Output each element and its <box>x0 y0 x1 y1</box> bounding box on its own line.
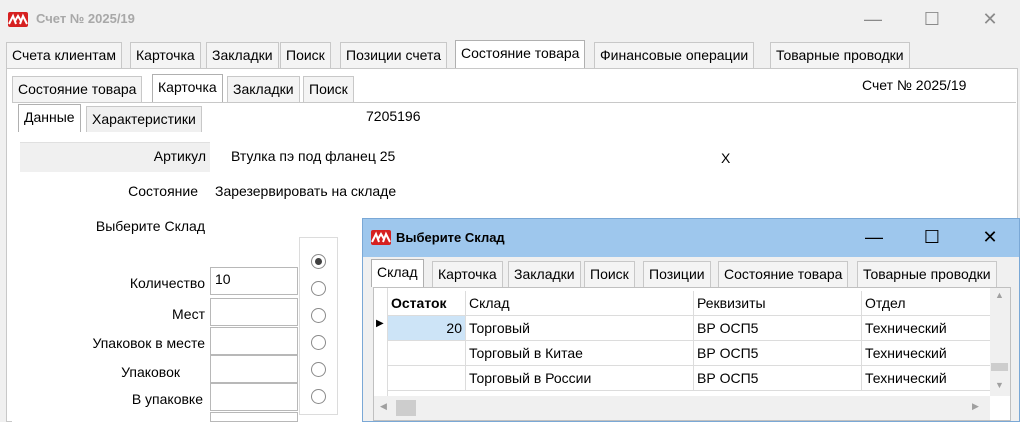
scroll-right-icon[interactable]: ▶ <box>972 401 979 412</box>
subtab-goods-state[interactable]: Состояние товара <box>12 76 143 102</box>
x-mark: X <box>721 150 731 166</box>
tab-invoices[interactable]: Счета клиентам <box>6 42 122 68</box>
table-row-2-department[interactable]: Технический <box>862 341 990 366</box>
invoice-number-label: Счет № 2025/19 <box>862 77 967 93</box>
scroll-up-icon[interactable]: ▲ <box>995 290 1004 300</box>
radio-option-3[interactable] <box>311 308 326 323</box>
app-logo-icon <box>8 12 28 27</box>
current-row-marker-icon: ▶ <box>376 318 384 329</box>
dlg-tab-bookmarks[interactable]: Закладки <box>508 261 581 287</box>
col-details-header[interactable]: Реквизиты <box>694 291 862 316</box>
item-code: 7205196 <box>364 104 434 130</box>
quantity-label: Количество <box>129 275 205 291</box>
row-indicator-column <box>374 288 388 396</box>
packages-in-place-input[interactable] <box>210 327 298 355</box>
sub-tab-bar: Состояние товара Карточка Закладки Поиск <box>12 74 372 102</box>
table-row-2-balance[interactable] <box>388 341 466 366</box>
dlg-tab-goods-postings[interactable]: Товарные проводки <box>857 261 997 287</box>
table-row-1-balance[interactable]: 20 <box>388 316 466 341</box>
state-value: Зарезервировать на складе <box>215 183 397 199</box>
quantity-input[interactable]: 10 <box>210 267 298 295</box>
radio-option-5[interactable] <box>311 362 326 377</box>
table-row-1-department[interactable]: Технический <box>862 316 990 341</box>
select-warehouse-dialog: Выберите Склад — ☐ ✕ Склад Карточка Закл… <box>362 218 1020 422</box>
radio-option-1[interactable] <box>311 254 326 269</box>
table-row-3-department[interactable]: Технический <box>862 366 990 391</box>
table-row-3-details[interactable]: ВР ОСП5 <box>694 366 862 391</box>
article-label: Артикул <box>153 148 206 164</box>
horizontal-scrollbar[interactable]: ◀ ▶ <box>374 396 990 420</box>
dialog-maximize-button[interactable]: ☐ <box>909 223 955 253</box>
radio-option-4[interactable] <box>311 335 326 350</box>
dialog-title: Выберите Склад <box>396 230 505 245</box>
extra-input[interactable] <box>210 412 298 422</box>
warehouse-grid: ▶ Остаток Склад Реквизиты Отдел 20 Торго… <box>373 287 1011 421</box>
article-value: Втулка пэ под фланец 25 <box>231 148 396 164</box>
dialog-minimize-button[interactable]: — <box>851 223 897 253</box>
tab-characteristics[interactable]: Характеристики <box>86 106 202 132</box>
packages-in-place-label: Упаковок в месте <box>92 335 205 351</box>
in-package-label: В упаковке <box>131 391 203 407</box>
col-department-header[interactable]: Отдел <box>862 291 990 316</box>
tab-goods-postings[interactable]: Товарные проводки <box>770 42 910 68</box>
maximize-button[interactable]: ☐ <box>909 5 955 35</box>
places-label: Мест <box>171 306 205 322</box>
inner-tab-bar: Данные Характеристики <box>18 104 218 132</box>
subtab-card[interactable]: Карточка <box>152 74 223 102</box>
tab-goods-state[interactable]: Состояние товара <box>455 40 586 68</box>
subtab-bookmarks[interactable]: Закладки <box>227 76 300 102</box>
table-row-3-warehouse[interactable]: Торговый в России <box>466 366 694 391</box>
dialog-logo-icon <box>371 230 391 245</box>
dlg-tab-search[interactable]: Поиск <box>584 261 635 287</box>
col-balance-header[interactable]: Остаток <box>388 291 466 316</box>
radio-option-2[interactable] <box>311 281 326 296</box>
state-label: Состояние <box>128 183 198 199</box>
scroll-down-icon[interactable]: ▼ <box>995 380 1004 390</box>
minimize-button[interactable]: — <box>850 5 896 35</box>
table-row-2-details[interactable]: ВР ОСП5 <box>694 341 862 366</box>
dialog-close-button[interactable]: ✕ <box>967 223 1013 253</box>
table-row-2-warehouse[interactable]: Торговый в Китае <box>466 341 694 366</box>
window-title: Счет № 2025/19 <box>36 11 135 26</box>
scroll-left-icon[interactable]: ◀ <box>380 401 387 412</box>
main-tab-bar: Счета клиентам Карточка Закладки Поиск П… <box>6 40 1016 68</box>
table-row-3-balance[interactable] <box>388 366 466 391</box>
dialog-tab-bar: Склад Карточка Закладки Поиск Позиции Со… <box>371 259 1019 287</box>
radio-option-6[interactable] <box>311 389 326 404</box>
table-row-1-warehouse[interactable]: Торговый <box>466 316 694 341</box>
tab-financial-ops[interactable]: Финансовые операции <box>594 42 755 68</box>
packages-label: Упаковок <box>121 364 180 380</box>
tab-card[interactable]: Карточка <box>130 42 201 68</box>
dlg-tab-positions[interactable]: Позиции <box>643 261 711 287</box>
tab-search[interactable]: Поиск <box>280 42 331 68</box>
vertical-scrollbar[interactable]: ▲ ▼ <box>990 288 1010 396</box>
packages-input[interactable] <box>210 355 298 383</box>
warehouse-label: Выберите Склад <box>95 218 205 234</box>
places-input[interactable] <box>210 298 298 326</box>
dlg-tab-warehouse[interactable]: Склад <box>371 259 424 287</box>
table-row-1-details[interactable]: ВР ОСП5 <box>694 316 862 341</box>
in-package-input[interactable] <box>210 383 298 411</box>
tab-invoice-items[interactable]: Позиции счета <box>340 42 447 68</box>
dlg-tab-card[interactable]: Карточка <box>432 261 503 287</box>
dlg-tab-goods-state[interactable]: Состояние товара <box>718 261 849 287</box>
subtab-search[interactable]: Поиск <box>303 76 354 102</box>
dialog-titlebar: Выберите Склад — ☐ ✕ <box>363 219 1019 257</box>
horizontal-scroll-thumb[interactable] <box>396 400 416 416</box>
tab-data[interactable]: Данные <box>18 104 81 132</box>
vertical-scroll-thumb[interactable] <box>991 363 1008 371</box>
window-titlebar: Счет № 2025/19 — ☐ ✕ <box>0 0 1020 40</box>
col-warehouse-header[interactable]: Склад <box>466 291 694 316</box>
close-button[interactable]: ✕ <box>967 5 1013 35</box>
tab-bookmarks[interactable]: Закладки <box>206 42 279 68</box>
